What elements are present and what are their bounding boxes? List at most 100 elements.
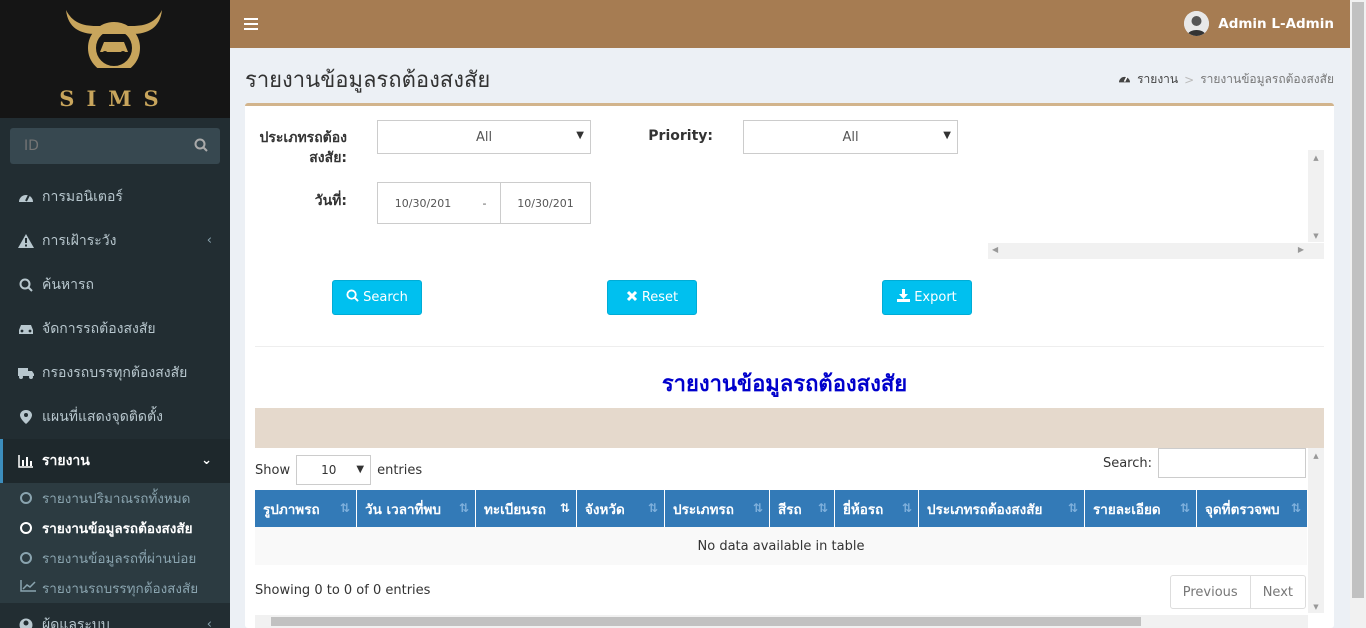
sort-icon: ⇅ xyxy=(647,501,658,515)
column-label: วัน เวลาที่พบ xyxy=(365,501,441,518)
table-horizontal-scrollbar[interactable] xyxy=(255,615,1308,628)
sidebar-item-label: การเฝ้าระวัง xyxy=(42,233,117,249)
filter-vertical-scrollbar[interactable]: ▲ ▼ xyxy=(1308,150,1324,242)
dashboard-icon xyxy=(18,189,34,205)
sidebar-item-admin[interactable]: ผู้ดูแลระบบ ‹ xyxy=(0,603,230,628)
sidebar-item-label: การมอนิเตอร์ xyxy=(42,189,123,205)
search-icon[interactable] xyxy=(194,138,208,156)
column-header[interactable]: ทะเบียนรถ ⇅ xyxy=(476,490,577,527)
button-label: Search xyxy=(363,290,408,305)
column-label: ประเภทรถต้องสงสัย xyxy=(927,501,1043,518)
submenu-label: รายงานปริมาณรถทั้งหมด xyxy=(42,491,191,507)
column-label: ยี่ห้อรถ xyxy=(843,501,884,518)
sidebar-item-search-car[interactable]: ค้นหารถ xyxy=(0,263,230,307)
column-header[interactable]: รูปภาพรถ ⇅ xyxy=(255,490,357,527)
filter-horizontal-scrollbar[interactable]: ◀ ▶ xyxy=(988,243,1324,259)
date-from-input[interactable]: 10/30/201 xyxy=(377,182,469,224)
column-header[interactable]: จังหวัด ⇅ xyxy=(577,490,665,527)
vehicle-type-select[interactable]: All ▼ xyxy=(377,120,591,154)
date-to-input[interactable]: 10/30/201 xyxy=(500,182,591,224)
table-vertical-scrollbar[interactable]: ▲ ▼ xyxy=(1308,448,1324,613)
submenu-item-suspect-report[interactable]: รายงานข้อมูลรถต้องสงสัย xyxy=(0,513,230,543)
user-menu[interactable]: Admin L-Admin xyxy=(1184,11,1334,36)
next-button[interactable]: Next xyxy=(1249,576,1305,608)
scrollbar-thumb[interactable] xyxy=(271,617,1141,626)
breadcrumb-link[interactable]: รายงาน xyxy=(1137,70,1178,89)
sort-icon: ⇅ xyxy=(1179,501,1190,515)
sidebar-item-label: ผู้ดูแลระบบ xyxy=(42,617,110,628)
label-line: สงสัย: xyxy=(309,150,347,166)
sort-icon: ⇅ xyxy=(1067,501,1078,515)
reset-button[interactable]: Reset xyxy=(607,280,697,315)
export-button[interactable]: Export xyxy=(882,280,972,315)
table-empty-row: No data available in table xyxy=(255,527,1307,565)
column-header[interactable]: วัน เวลาที่พบ ⇅ xyxy=(357,490,476,527)
entries-select[interactable]: 10 ▼ xyxy=(296,455,372,485)
date-label: วันที่: xyxy=(314,193,347,209)
avatar xyxy=(1184,11,1210,36)
column-header[interactable]: ประเภทรถต้องสงสัย ⇅ xyxy=(919,490,1085,527)
sidebar-item-surveillance[interactable]: การเฝ้าระวัง ‹ xyxy=(0,219,230,263)
scroll-down-icon[interactable]: ▼ xyxy=(1308,232,1324,240)
sidebar-item-label: รายงาน xyxy=(42,453,90,469)
sort-desc-icon: ⇅ xyxy=(559,501,570,515)
sidebar-item-install-map[interactable]: แผนที่แสดงจุดติดตั้ง xyxy=(0,395,230,439)
window-scrollbar-thumb[interactable] xyxy=(1352,2,1364,598)
breadcrumb-separator: > xyxy=(1184,72,1195,87)
priority-select[interactable]: All ▼ xyxy=(743,120,958,154)
label-line: ประเภทรถต้อง xyxy=(259,130,348,146)
column-label: ประเภทรถ xyxy=(673,501,734,518)
column-header[interactable]: ยี่ห้อรถ ⇅ xyxy=(835,490,919,527)
entries-length-control: Show 10 ▼ entries xyxy=(255,455,422,485)
pagination: Previous Next xyxy=(1169,575,1306,609)
caret-down-icon: ▼ xyxy=(356,464,365,475)
menu-toggle-icon[interactable] xyxy=(244,15,258,34)
close-icon xyxy=(626,290,638,306)
column-header[interactable]: ประเภทรถ ⇅ xyxy=(665,490,770,527)
sidebar-item-monitor[interactable]: การมอนิเตอร์ xyxy=(0,175,230,219)
caret-down-icon: ▼ xyxy=(576,130,584,141)
chevron-left-icon: ‹ xyxy=(206,233,212,248)
previous-button[interactable]: Previous xyxy=(1171,576,1250,608)
submenu-item-total-volume[interactable]: รายงานปริมาณรถทั้งหมด xyxy=(0,483,230,513)
divider xyxy=(255,346,1324,347)
page-title: รายงานข้อมูลรถต้องสงสัย xyxy=(245,68,491,93)
logo[interactable]: SIMS xyxy=(0,0,230,118)
submenu-label: รายงานข้อมูลรถที่ผ่านบ่อย xyxy=(42,551,197,567)
circle-icon xyxy=(20,522,32,534)
date-separator: - xyxy=(468,182,501,224)
submenu-item-frequent-report[interactable]: รายงานข้อมูลรถที่ผ่านบ่อย xyxy=(0,543,230,573)
submenu-label: รายงานรถบรรทุกต้องสงสัย xyxy=(42,581,199,597)
scroll-down-icon[interactable]: ▼ xyxy=(1308,603,1324,611)
column-header[interactable]: สีรถ ⇅ xyxy=(770,490,835,527)
scroll-right-icon[interactable]: ▶ xyxy=(1298,245,1304,254)
select-value: 10 xyxy=(321,463,337,477)
scroll-up-icon[interactable]: ▲ xyxy=(1308,150,1324,162)
column-label: ทะเบียนรถ xyxy=(484,501,546,518)
report-box: ประเภทรถต้อง สงสัย: All ▼ Priority: All … xyxy=(245,103,1334,628)
scroll-left-icon[interactable]: ◀ xyxy=(992,245,998,254)
table-search-input[interactable] xyxy=(1158,448,1306,478)
circle-icon xyxy=(20,552,32,564)
scroll-up-icon[interactable]: ▲ xyxy=(1308,448,1324,460)
sort-icon: ⇅ xyxy=(901,501,912,515)
window-scrollbar[interactable] xyxy=(1350,0,1366,628)
sort-icon: ⇅ xyxy=(458,501,469,515)
sidebar-item-report[interactable]: รายงาน ⌄ xyxy=(0,439,230,483)
brand-name: SIMS xyxy=(59,86,171,111)
search-button[interactable]: Search xyxy=(332,280,422,315)
sidebar-search-input[interactable] xyxy=(10,128,190,164)
truck-icon xyxy=(18,365,34,381)
column-header[interactable]: รายละเอียด ⇅ xyxy=(1085,490,1197,527)
sidebar-item-manage-suspect[interactable]: จัดการรถต้องสงสัย xyxy=(0,307,230,351)
column-header[interactable]: จุดที่ตรวจพบ ⇅ xyxy=(1197,490,1307,527)
submenu-label: รายงานข้อมูลรถต้องสงสัย xyxy=(42,521,193,537)
download-icon xyxy=(897,289,911,306)
report-heading: รายงานข้อมูลรถต้องสงสัย xyxy=(661,372,908,397)
sidebar-item-truck-filter[interactable]: กรองรถบรรทุกต้องสงสัย xyxy=(0,351,230,395)
submenu-item-truck-report[interactable]: รายงานรถบรรทุกต้องสงสัย xyxy=(0,573,230,603)
column-label: จังหวัด xyxy=(585,501,625,518)
select-value: All xyxy=(842,129,859,145)
chevron-down-icon: ⌄ xyxy=(201,453,212,468)
button-label: Reset xyxy=(641,290,679,305)
